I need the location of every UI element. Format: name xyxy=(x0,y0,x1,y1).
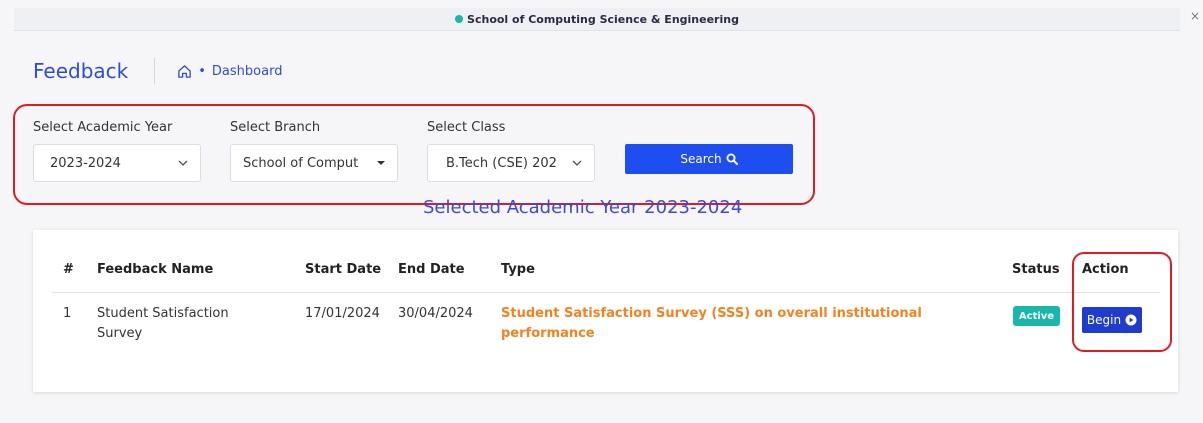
branch-select[interactable]: School of Comput xyxy=(230,144,398,182)
academic-year-select[interactable]: 2023-2024 xyxy=(33,144,201,182)
col-header-end-date: End Date xyxy=(398,262,465,277)
col-header-type: Type xyxy=(501,262,535,277)
class-label: Select Class xyxy=(427,120,506,135)
breadcrumb-separator: • xyxy=(198,63,206,79)
branch-label: Select Branch xyxy=(230,120,321,135)
close-icon[interactable]: × xyxy=(1190,9,1200,23)
row-type: Student Satisfaction Survey (SSS) on ove… xyxy=(501,306,922,341)
col-header-start-date: Start Date xyxy=(305,262,382,277)
caret-down-icon xyxy=(377,161,385,165)
page-title: Feedback xyxy=(33,59,129,83)
breadcrumb-dashboard[interactable]: Dashboard xyxy=(212,64,283,79)
top-bar: School of Computing Science & Engineerin… xyxy=(14,8,1180,31)
action-highlight-box xyxy=(1072,252,1172,352)
class-value: B.Tech (CSE) 202 xyxy=(446,155,557,171)
page-header: Feedback • Dashboard xyxy=(33,58,282,84)
header-divider-line xyxy=(52,292,1160,293)
search-icon xyxy=(726,153,738,165)
chevron-down-icon xyxy=(178,160,188,166)
row-feedback-name: Student Satisfaction Survey xyxy=(97,306,229,341)
col-header-index: # xyxy=(63,262,74,277)
header-divider xyxy=(154,58,156,84)
col-header-name: Feedback Name xyxy=(97,262,214,277)
search-button[interactable]: Search xyxy=(625,144,793,174)
chevron-down-icon xyxy=(572,160,582,166)
home-icon[interactable] xyxy=(177,64,192,79)
class-select[interactable]: B.Tech (CSE) 202 xyxy=(427,144,595,182)
academic-year-value: 2023-2024 xyxy=(50,155,121,171)
selected-academic-year-heading: Selected Academic Year 2023-2024 xyxy=(423,197,743,218)
branch-value: School of Comput xyxy=(243,155,359,171)
status-badge: Active xyxy=(1013,306,1060,326)
status-dot-icon xyxy=(455,15,464,23)
academic-year-label: Select Academic Year xyxy=(33,120,173,135)
search-button-label: Search xyxy=(680,152,722,166)
row-start-date: 17/01/2024 xyxy=(305,306,380,321)
col-header-status: Status xyxy=(1012,262,1060,277)
school-name: School of Computing Science & Engineerin… xyxy=(467,12,739,26)
row-index: 1 xyxy=(63,306,72,321)
row-end-date: 30/04/2024 xyxy=(398,306,473,321)
breadcrumb: • Dashboard xyxy=(177,64,282,79)
